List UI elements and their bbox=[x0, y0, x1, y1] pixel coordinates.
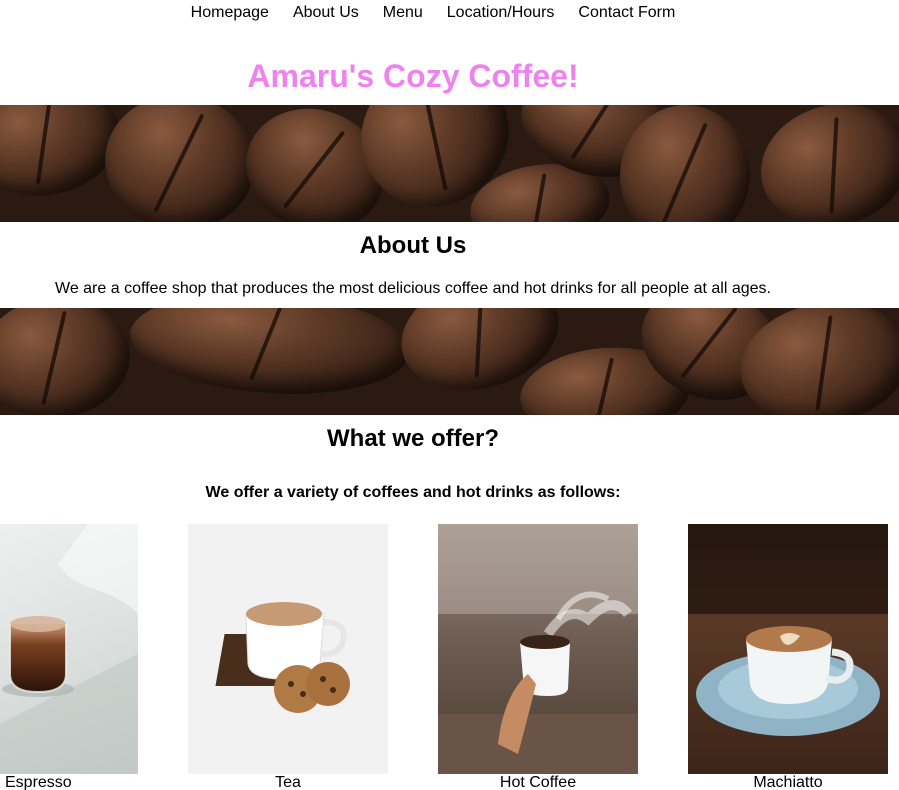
about-text: We are a coffee shop that produces the m… bbox=[55, 280, 771, 297]
offer-heading: What we offer? bbox=[327, 425, 499, 452]
nav-location-hours-link[interactable]: Location/Hours bbox=[435, 3, 567, 23]
nav-about-us-link[interactable]: About Us bbox=[281, 3, 371, 23]
macchiato-cup-saucer-photo bbox=[688, 524, 888, 774]
product-tea-name: Tea bbox=[275, 774, 301, 790]
product-espresso-name: Espresso bbox=[5, 774, 72, 790]
product-machiatto-name: Machiatto bbox=[753, 774, 823, 790]
product-hot-coffee-name: Hot Coffee bbox=[499, 774, 577, 790]
page: Homepage About Us Menu Location/Hours Co… bbox=[0, 0, 899, 790]
coffee-beans-banner bbox=[0, 105, 899, 222]
product-espresso[interactable]: Espresso bbox=[0, 524, 138, 790]
offer-text: We offer a variety of coffees and hot dr… bbox=[205, 484, 621, 501]
site-title: Amaru's Cozy Coffee! bbox=[247, 58, 579, 94]
espresso-glass-photo bbox=[0, 524, 138, 774]
hand-holding-steaming-cup-photo bbox=[438, 524, 638, 774]
nav-menu-link[interactable]: Menu bbox=[371, 3, 435, 23]
about-heading: About Us bbox=[359, 232, 467, 259]
nav-contact-form-link[interactable]: Contact Form bbox=[566, 3, 687, 23]
product-machiatto[interactable]: Machiatto bbox=[688, 524, 888, 790]
tea-cup-cookies-photo bbox=[188, 524, 388, 774]
coffee-beans-banner bbox=[0, 308, 899, 415]
product-hot-coffee[interactable]: Hot Coffee bbox=[438, 524, 638, 790]
product-tea[interactable]: Tea bbox=[188, 524, 388, 790]
top-nav: Homepage About Us Menu Location/Hours Co… bbox=[0, 3, 866, 23]
nav-homepage-link[interactable]: Homepage bbox=[179, 3, 281, 23]
